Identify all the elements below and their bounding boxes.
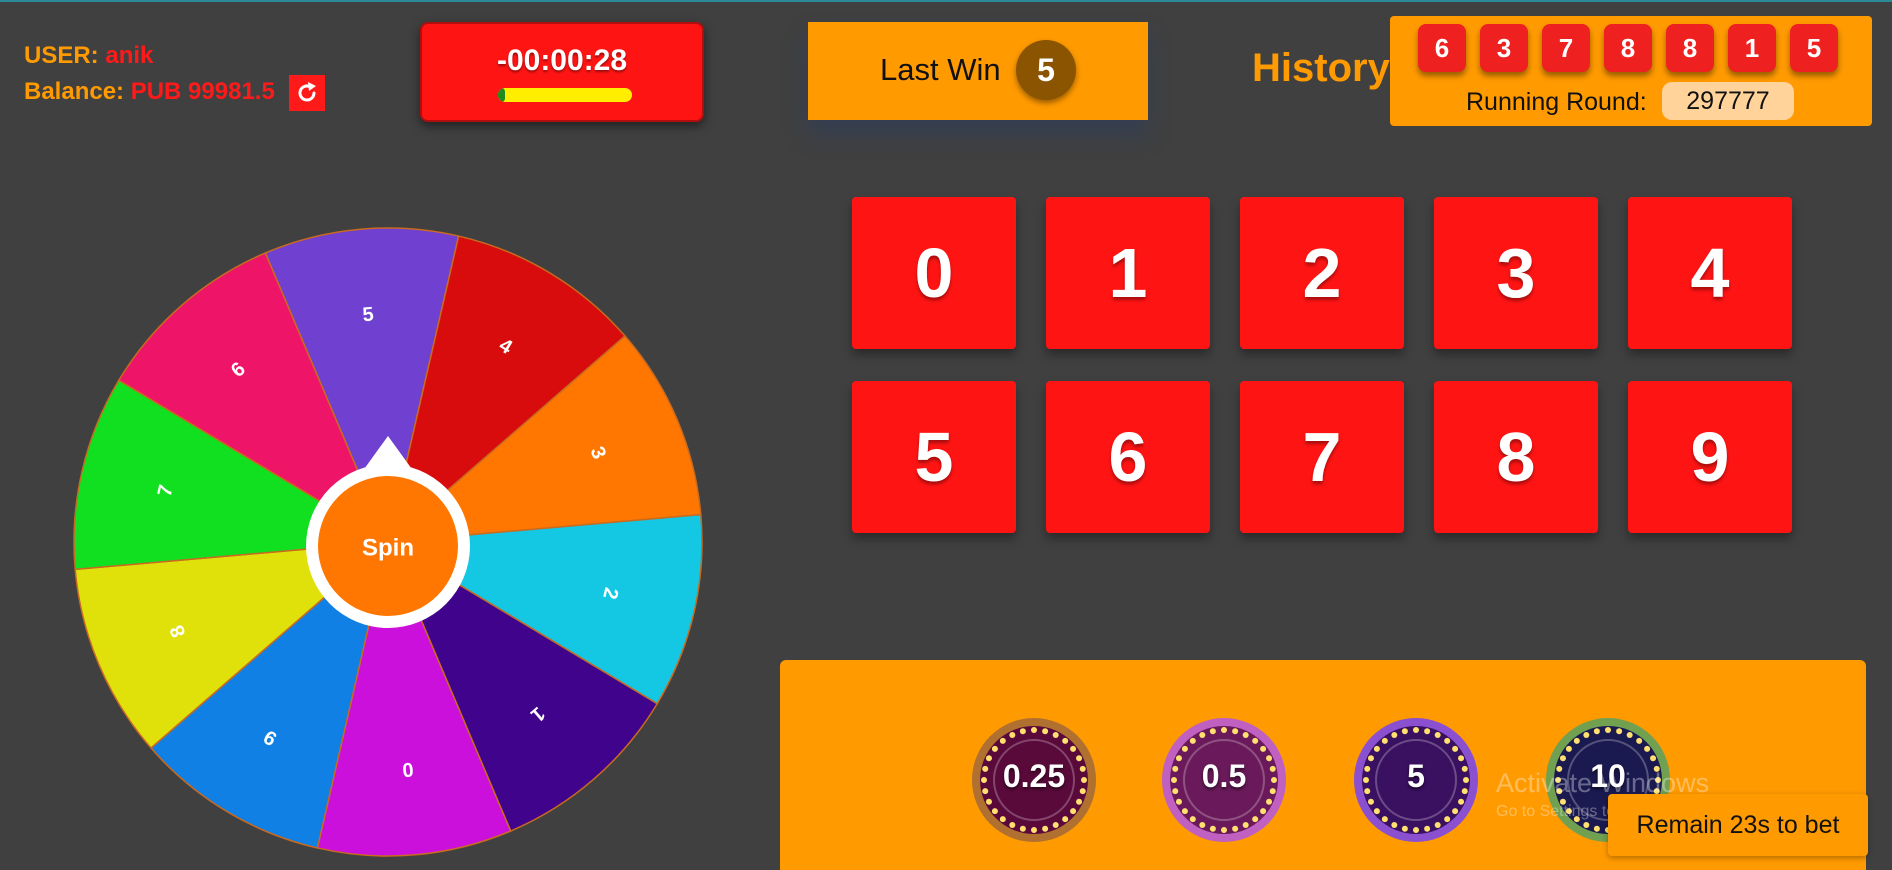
balance-row: Balance: PUB 99981.5 xyxy=(24,74,326,111)
chip-value: 0.5 xyxy=(1201,758,1247,794)
wheel-graphic: 5432109876Spin xyxy=(73,227,703,857)
history-ball: 8 xyxy=(1604,24,1652,72)
wheel-segment-label: 5 xyxy=(362,303,375,326)
timer-progress-fill xyxy=(498,88,505,102)
history-ball: 7 xyxy=(1542,24,1590,72)
game-page: USER: anik Balance: PUB 99981.5 -00:00:2… xyxy=(0,0,1892,870)
remain-to-bet-badge: Remain 23s to bet xyxy=(1608,794,1868,856)
history-label: History: xyxy=(1252,46,1404,90)
history-ball: 8 xyxy=(1666,24,1714,72)
balance-value: PUB 99981.5 xyxy=(130,78,275,105)
user-row: USER: anik xyxy=(24,38,325,74)
number-button-1[interactable]: 1 xyxy=(1046,197,1210,349)
last-win-label: Last Win xyxy=(880,52,1001,87)
running-round-label: Running Round: xyxy=(1466,88,1647,116)
running-round-value: 297777 xyxy=(1662,82,1794,120)
history-balls: 6378815 xyxy=(1418,24,1838,72)
countdown-timer: -00:00:28 xyxy=(420,22,704,122)
number-button-9[interactable]: 9 xyxy=(1628,381,1792,533)
history-ball: 6 xyxy=(1418,24,1466,72)
timer-value: -00:00:28 xyxy=(496,44,628,77)
refresh-balance-button[interactable] xyxy=(289,74,326,111)
history-ball: 5 xyxy=(1790,24,1838,72)
history-ball: 1 xyxy=(1728,24,1776,72)
number-button-6[interactable]: 6 xyxy=(1046,381,1210,533)
bet-chip-0.25[interactable]: 0.25 xyxy=(970,716,1098,844)
number-button-7[interactable]: 7 xyxy=(1240,381,1404,533)
wheel-segment-label: 0 xyxy=(401,758,414,781)
refresh-icon xyxy=(299,81,317,102)
number-button-4[interactable]: 4 xyxy=(1628,197,1792,349)
history-ball: 3 xyxy=(1480,24,1528,72)
number-grid: 01234 56789 xyxy=(852,197,1792,533)
last-win-ball: 5 xyxy=(1016,40,1076,100)
username: anik xyxy=(105,42,154,69)
number-button-2[interactable]: 2 xyxy=(1240,197,1404,349)
number-button-0[interactable]: 0 xyxy=(852,197,1016,349)
bet-chip-0.5[interactable]: 0.5 xyxy=(1160,716,1288,844)
history-panel: 6378815 Running Round: 297777 xyxy=(1390,16,1872,126)
user-info: USER: anik Balance: PUB 99981.5 xyxy=(24,38,326,111)
timer-progress-bar xyxy=(498,88,632,102)
chip-value: 5 xyxy=(1407,758,1425,794)
user-label: USER: xyxy=(24,42,99,69)
spin-wheel: 5 4 3 2 1 0 9 8 7 6 Spin xyxy=(72,226,704,858)
last-win-panel: Last Win 5 xyxy=(808,22,1148,120)
bet-chip-5[interactable]: 5 xyxy=(1352,716,1480,844)
number-button-8[interactable]: 8 xyxy=(1434,381,1598,533)
chip-value: 0.25 xyxy=(1002,758,1066,794)
spin-button-label[interactable]: Spin xyxy=(362,535,414,562)
number-button-5[interactable]: 5 xyxy=(852,381,1016,533)
number-button-3[interactable]: 3 xyxy=(1434,197,1598,349)
balance-label: Balance: xyxy=(24,78,125,105)
